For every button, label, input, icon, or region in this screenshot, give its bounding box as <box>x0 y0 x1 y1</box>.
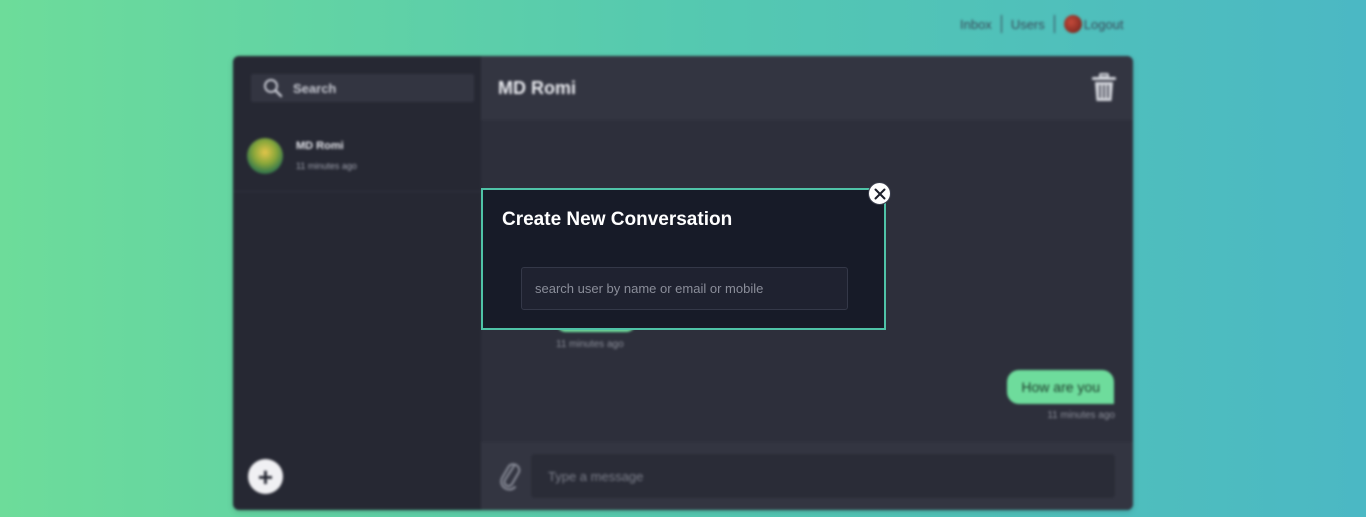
close-icon <box>874 188 885 199</box>
nav-inbox-link[interactable]: Inbox <box>960 17 992 32</box>
nav-users-link[interactable]: Users <box>1011 17 1045 32</box>
sidebar-search[interactable]: Search <box>251 74 474 102</box>
modal-close-button[interactable] <box>868 182 891 205</box>
conversation-item[interactable]: MD Romi 11 minutes ago <box>233 122 481 192</box>
add-conversation-button[interactable]: + <box>248 459 283 494</box>
message-input[interactable]: Type a message <box>531 454 1115 498</box>
modal-title: Create New Conversation <box>502 209 733 230</box>
paperclip-icon[interactable] <box>499 460 521 492</box>
conversation-sidebar: Search MD Romi 11 minutes ago + <box>233 56 481 510</box>
sidebar-search-label: Search <box>293 80 337 96</box>
message-composer: Type a message <box>481 442 1133 510</box>
avatar <box>247 138 283 174</box>
conversation-name: MD Romi <box>296 140 344 152</box>
nav-divider <box>1000 15 1002 33</box>
message-time: 11 minutes ago <box>556 339 624 350</box>
user-search-input[interactable] <box>521 267 848 310</box>
nav-logout-link[interactable]: Logout <box>1084 17 1124 32</box>
message-bubble-sent: How are you <box>1007 370 1114 404</box>
nav-divider <box>1053 15 1055 33</box>
chat-header: MD Romi <box>481 56 1133 120</box>
trash-icon[interactable] <box>1091 73 1117 103</box>
top-nav: Inbox Users Logout <box>960 14 1124 34</box>
conversation-time: 11 minutes ago <box>296 161 357 171</box>
chat-title: MD Romi <box>498 77 576 98</box>
search-icon <box>264 79 283 98</box>
create-conversation-modal: Create New Conversation <box>481 188 886 330</box>
message-time: 11 minutes ago <box>1047 410 1115 421</box>
user-avatar[interactable] <box>1063 15 1082 33</box>
